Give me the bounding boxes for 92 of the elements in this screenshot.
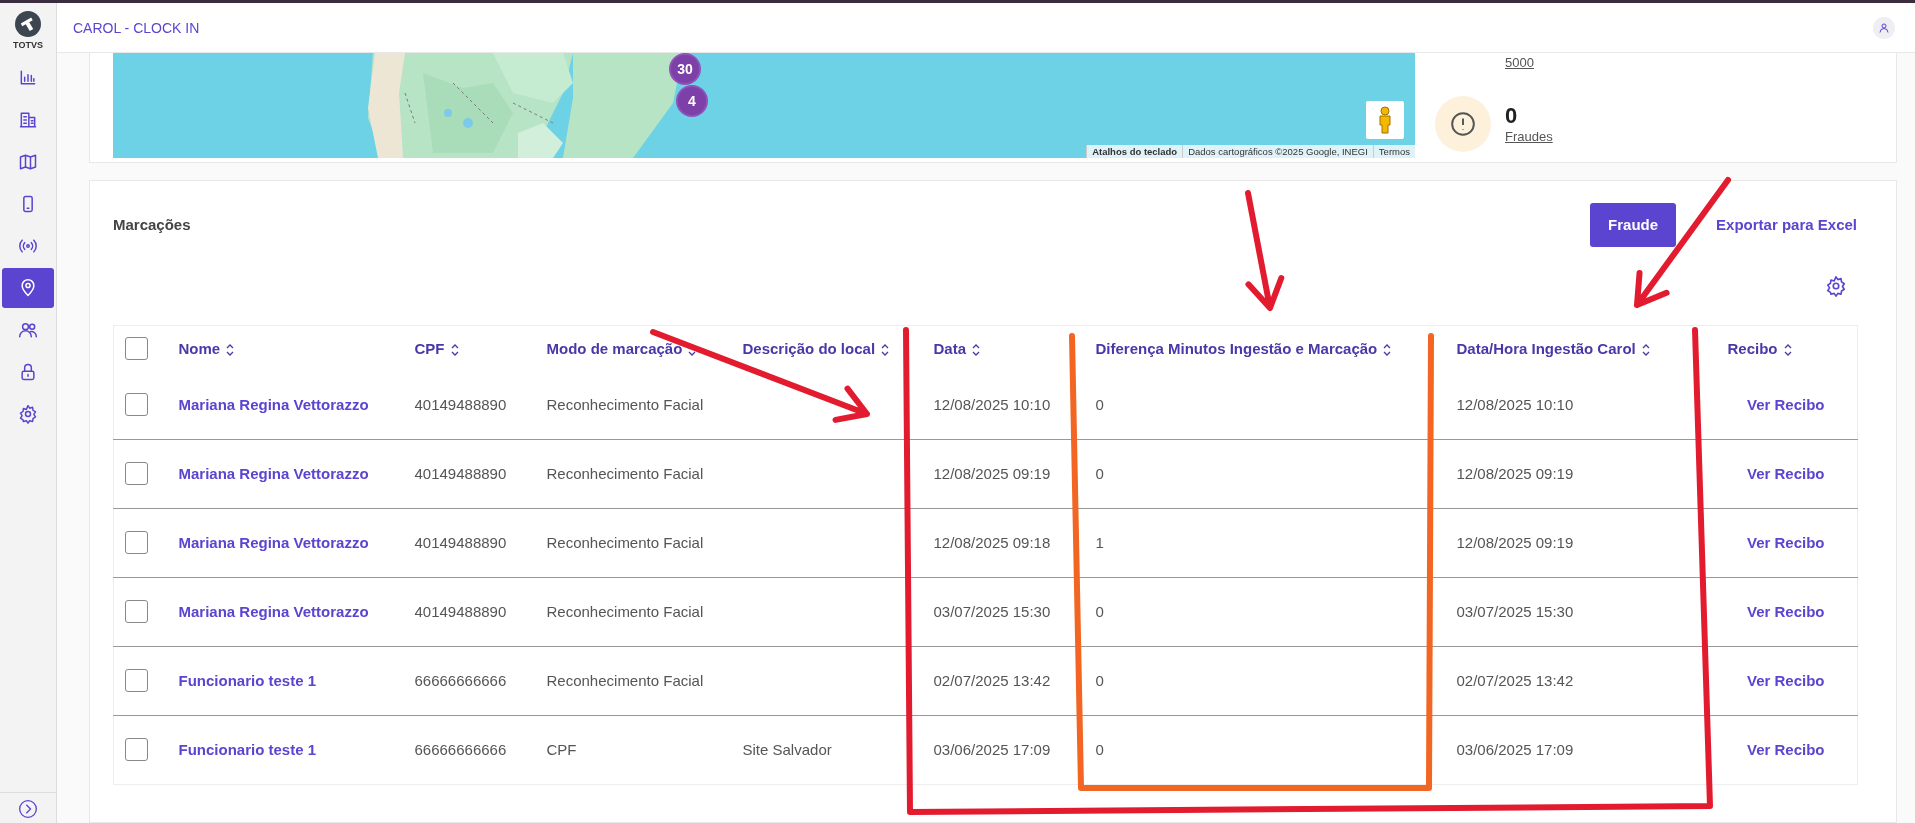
receipt-link[interactable]: Ver Recibo [1746, 603, 1825, 621]
receipt-link[interactable]: Ver Recibo [1746, 741, 1825, 759]
receipt-link[interactable]: Ver Recibo [1746, 465, 1825, 483]
sort-icon[interactable] [972, 343, 980, 356]
column-header[interactable]: Nome [178, 339, 221, 357]
building-icon [18, 110, 38, 130]
user-avatar[interactable] [1873, 16, 1895, 39]
table-cell: 0 [1095, 741, 1104, 759]
sort-icon[interactable] [881, 343, 890, 356]
checkbox[interactable] [125, 738, 148, 762]
expand-button[interactable] [18, 799, 38, 819]
name-link[interactable]: Mariana Regina Vettorazzo [178, 465, 369, 483]
table-cell: CPF [546, 741, 577, 759]
map-icon [18, 152, 38, 172]
logo-icon [15, 11, 41, 37]
table-cell: Reconhecimento Facial [546, 603, 704, 621]
settings-icon [18, 404, 38, 424]
app-title: CAROL - CLOCK IN [73, 19, 200, 36]
column-header[interactable]: Modo de marcação [546, 339, 683, 357]
sort-icon[interactable] [1641, 343, 1650, 356]
table-cell: 02/07/2025 13:42 [933, 672, 1051, 690]
table-cell: 66666666666 [414, 672, 507, 690]
fraud-button[interactable]: Fraude [1590, 202, 1677, 247]
column-header[interactable]: CPF [414, 339, 445, 357]
people-icon [18, 320, 38, 340]
column-header[interactable]: Data [933, 339, 966, 357]
column-header[interactable]: Diferença Minutos Ingestão e Marcação [1095, 339, 1378, 357]
table-cell: 12/08/2025 10:10 [1456, 396, 1574, 414]
table-cell: 40149488890 [414, 603, 507, 621]
checkbox[interactable] [125, 531, 148, 555]
settings-icon[interactable] [1825, 274, 1847, 297]
table-cell: 0 [1095, 672, 1104, 690]
column-header[interactable]: Descrição do local [742, 339, 876, 357]
checkbox[interactable] [125, 669, 148, 693]
table-cell: 03/07/2025 15:30 [1456, 603, 1574, 621]
checkbox[interactable] [125, 462, 148, 486]
name-link[interactable]: Mariana Regina Vettorazzo [178, 534, 369, 552]
table-cell: 40149488890 [414, 534, 507, 552]
table-cell: Reconhecimento Facial [546, 672, 704, 690]
receipt-link[interactable]: Ver Recibo [1746, 672, 1825, 690]
logo-text: TOTVS [13, 40, 43, 50]
table-cell: 1 [1095, 534, 1104, 552]
name-link[interactable]: Funcionario teste 1 [178, 672, 317, 690]
map-attribution-link[interactable]: Dados cartográficos ©2025 Google, INEGI [1182, 145, 1373, 158]
table-cell: 40149488890 [414, 396, 507, 414]
name-link[interactable]: Funcionario teste 1 [178, 741, 317, 759]
section-title: Marcações [113, 216, 192, 234]
table-cell: 12/08/2025 09:19 [933, 465, 1051, 483]
receipt-link[interactable]: Ver Recibo [1746, 534, 1825, 552]
chevron-right-icon [18, 799, 38, 819]
sort-icon[interactable] [1383, 343, 1392, 356]
table-cell: 0 [1095, 465, 1104, 483]
chart-icon [18, 68, 38, 88]
table-cell: Reconhecimento Facial [546, 534, 704, 552]
map-attribution-link[interactable]: Atalhos do teclado [1086, 145, 1183, 158]
column-header[interactable]: Data/Hora Ingestão Carol [1456, 339, 1636, 357]
stat-link[interactable]: Fraudes [1505, 129, 1553, 145]
table-cell: 03/06/2025 17:09 [933, 741, 1051, 759]
table-cell: 12/08/2025 09:18 [933, 534, 1051, 552]
table-cell: 12/08/2025 09:19 [1456, 534, 1574, 552]
checkbox[interactable] [125, 393, 148, 417]
name-link[interactable]: Mariana Regina Vettorazzo [178, 603, 369, 621]
table-cell: Site Salvador [742, 741, 832, 759]
map-attribution-link[interactable]: Termos [1372, 145, 1415, 158]
stat-value: 0 [1505, 103, 1519, 130]
table-cell: 03/06/2025 17:09 [1456, 741, 1574, 759]
lock-icon [18, 362, 38, 382]
checkbox[interactable] [125, 336, 148, 360]
table-cell: 03/07/2025 15:30 [933, 603, 1051, 621]
checkbox[interactable] [125, 600, 148, 624]
table-cell: 12/08/2025 09:19 [1456, 465, 1574, 483]
sort-icon[interactable] [226, 343, 235, 356]
table-cell: 0 [1095, 396, 1104, 414]
receipt-link[interactable]: Ver Recibo [1746, 396, 1825, 414]
export-link[interactable]: Exportar para Excel [1716, 216, 1857, 234]
sort-icon[interactable] [1783, 343, 1792, 356]
table-cell: Reconhecimento Facial [546, 465, 704, 483]
street-view-button[interactable] [1366, 101, 1404, 139]
column-header[interactable]: Recibo [1727, 339, 1778, 357]
table-cell: 66666666666 [414, 741, 507, 759]
sidebar-item[interactable] [2, 268, 54, 308]
person-icon [1378, 106, 1392, 134]
broadcast-icon [18, 236, 38, 256]
stat-link[interactable]: 5000 [1505, 55, 1534, 70]
table-cell: 12/08/2025 10:10 [933, 396, 1051, 414]
table-cell: 02/07/2025 13:42 [1456, 672, 1574, 690]
sort-icon[interactable] [450, 343, 459, 356]
table-cell: 40149488890 [414, 465, 507, 483]
location-pin-icon [18, 278, 38, 298]
name-link[interactable]: Mariana Regina Vettorazzo [178, 396, 369, 414]
table-cell: 0 [1095, 603, 1104, 621]
table-cell: Reconhecimento Facial [546, 396, 704, 414]
